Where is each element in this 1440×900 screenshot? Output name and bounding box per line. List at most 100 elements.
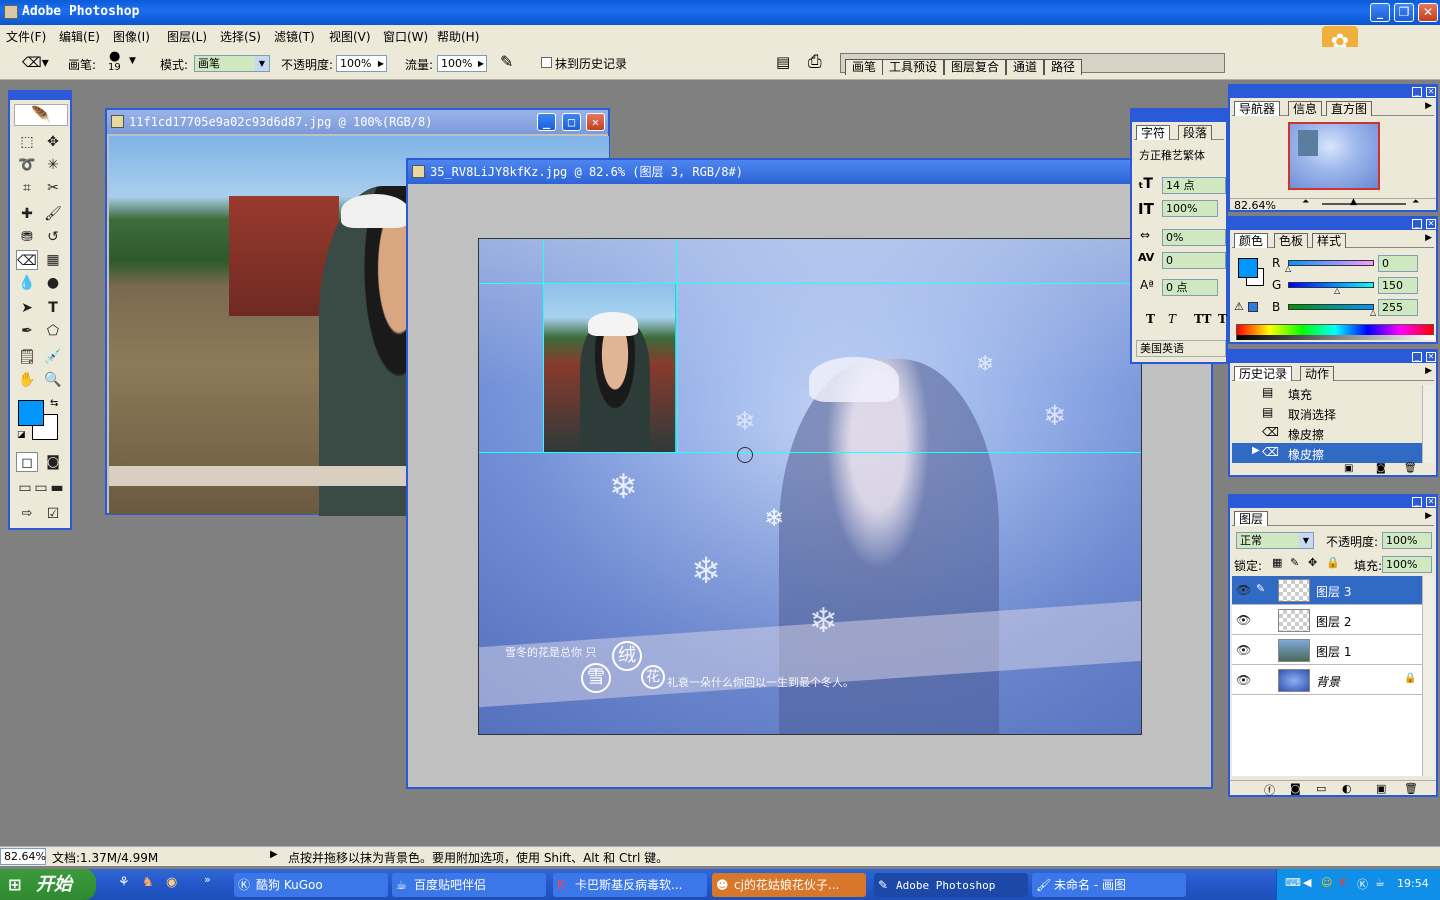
tab-color[interactable]: 颜色 [1234,233,1269,248]
channel-r-slider[interactable] [1288,260,1374,266]
arrow-right-icon[interactable]: ▶ [378,56,384,71]
tab-info[interactable]: 信息 [1288,101,1323,116]
adjustment-layer-icon[interactable]: ◐ [1342,782,1352,795]
close-button[interactable]: ✕ [1418,3,1438,22]
swap-colors-icon[interactable]: ⇆ [50,398,58,409]
baseline-shift-field[interactable]: 0 点 [1162,279,1218,296]
start-button[interactable]: ⊞ 开始 [0,869,96,900]
layers-scrollbar[interactable] [1422,576,1434,776]
tab-channels[interactable]: 通道 [1006,59,1045,75]
shape-tool-icon[interactable]: ⬠ [42,321,64,341]
grayscale-ramp[interactable] [1237,335,1435,340]
faux-bold-button[interactable]: T [1146,312,1155,326]
dodge-tool-icon[interactable]: ● [42,273,64,293]
slider-thumb-icon[interactable]: △ [1285,264,1291,273]
foreground-color-swatch[interactable] [18,400,44,426]
menu-image[interactable]: 图像(I) [113,28,150,45]
layer-name[interactable]: 图层 2 [1316,613,1351,630]
jump-to-imageready-icon[interactable]: ⇨ [16,504,38,524]
kerning-field[interactable]: 0 [1162,252,1226,269]
doc1-maximize-button[interactable]: □ [562,113,581,131]
visibility-eye-icon[interactable]: 👁 [1236,673,1251,687]
doc1-close-button[interactable]: ✕ [586,113,605,131]
blend-mode-select[interactable]: 正常 ▼ [1236,532,1314,549]
document-2-canvas[interactable]: ❄ ❄ ❄ ❄ ❄ ❄ ❄ 雪冬的花是总你 只 雪 绒 花 礼衰一朵什么你回以一… [478,238,1142,735]
toolbox-grip[interactable] [10,92,70,100]
channel-b-field[interactable]: 255 [1378,299,1418,316]
panel-menu-arrow-icon[interactable]: ▶ [1425,101,1432,111]
vertical-scale-field[interactable]: 100% [1162,200,1218,217]
new-document-from-state-icon[interactable]: ▣ [1344,463,1353,474]
layer-row[interactable]: 👁 ✎ 图层 3 [1232,576,1422,605]
clone-stamp-tool-icon[interactable]: ⛃ [16,227,38,247]
move-tool-icon[interactable]: ✥ [42,132,64,152]
task-chat[interactable]: ☻ cj的花姑娘花伙子... [712,873,866,897]
airbrush-icon[interactable]: ✎ [500,52,513,71]
print-icon[interactable]: ⎙ [808,52,822,72]
task-paint[interactable]: 🖌 未命名 - 画图 [1032,873,1186,897]
channel-b-slider[interactable] [1288,304,1374,310]
slider-thumb-icon[interactable]: △ [1334,286,1340,295]
small-caps-button[interactable]: T [1218,312,1227,326]
trash-icon[interactable]: 🗑 [1404,782,1418,795]
lasso-tool-icon[interactable]: ➰ [16,155,38,175]
new-layer-icon[interactable]: ▣ [1376,782,1386,795]
close-icon[interactable]: ✕ [1426,87,1436,97]
qq-icon[interactable]: ☺ [1321,876,1332,889]
healing-brush-tool-icon[interactable]: ✚ [16,204,38,224]
channel-g-field[interactable]: 150 [1378,277,1418,294]
crop-tool-icon[interactable]: ⌗ [16,178,38,198]
menu-window[interactable]: 窗口(W) [383,28,428,45]
minimize-button[interactable]: _ [1370,3,1390,22]
lock-all-icon[interactable]: 🔒 [1326,556,1340,569]
layer-name[interactable]: 背景 [1316,673,1340,690]
panel-menu-arrow-icon[interactable]: ▶ [1425,366,1432,376]
path-selection-tool-icon[interactable]: ➤ [16,298,38,318]
close-icon[interactable]: ✕ [1426,497,1436,507]
history-item-selected[interactable]: ▶ ⌫ 橡皮擦 [1232,443,1422,463]
restore-button[interactable]: ❐ [1394,3,1414,22]
document-window-2[interactable]: 35_RV8LiJY8kfKz.jpg @ 82.6% (图层 3, RGB/8… [406,158,1213,789]
menu-layer[interactable]: 图层(L) [167,28,207,45]
tracking-field[interactable]: 0% [1162,229,1226,246]
tray-arrow-icon[interactable]: ◀ [1303,876,1311,889]
navigator-thumbnail[interactable] [1288,122,1380,190]
status-zoom-field[interactable]: 82.64% [0,848,46,865]
tab-history[interactable]: 历史记录 [1234,366,1293,381]
kaspersky-tray-icon[interactable]: K [1339,876,1346,889]
document-2-titlebar[interactable]: 35_RV8LiJY8kfKz.jpg @ 82.6% (图层 3, RGB/8… [408,160,1211,184]
guide-horizontal-bottom[interactable] [479,452,1141,453]
panel-menu-arrow-icon[interactable]: ▶ [1425,233,1432,243]
tab-actions[interactable]: 动作 [1300,366,1335,381]
visibility-eye-icon[interactable]: 👁 [1236,613,1251,627]
mode-select[interactable]: 画笔 ▼ [194,55,270,72]
minimize-icon[interactable]: _ [1412,497,1422,507]
tab-navigator[interactable]: 导航器 [1234,101,1281,116]
navigator-zoom-value[interactable]: 82.64% [1234,199,1276,212]
layer-mask-icon[interactable]: ◙ [1290,782,1301,795]
warning-icon[interactable]: ⚠ [1234,300,1244,313]
tab-layers[interactable]: 图层 [1234,511,1269,526]
all-caps-button[interactable]: TT [1194,312,1211,326]
history-item[interactable]: ⌫ 橡皮擦 [1232,423,1422,443]
quick-launch-icon[interactable]: ♞ [142,875,154,890]
fill-field[interactable]: 100% [1382,556,1432,573]
menu-file[interactable]: 文件(F) [6,28,46,45]
magic-wand-tool-icon[interactable]: ✳ [42,155,64,175]
type-tool-icon[interactable]: T [42,298,64,318]
new-snapshot-icon[interactable]: ◙ [1376,463,1386,474]
layer-style-icon[interactable]: ⓕ [1264,782,1275,798]
zoom-out-icon[interactable]: ⏶ [1302,197,1309,207]
channel-g-slider[interactable] [1288,282,1374,288]
opacity-field[interactable]: 100% ▶ [336,55,387,72]
hand-tool-icon[interactable]: ✋ [16,370,38,390]
screen-mode-full-icon[interactable]: ▬ [46,478,68,498]
standard-mode-icon[interactable]: ◻ [16,452,38,472]
task-kaspersky[interactable]: K 卡巴斯基反病毒软... [553,873,707,897]
zoom-slider[interactable] [1322,203,1406,205]
history-scrollbar[interactable] [1422,385,1434,463]
minimize-icon[interactable]: _ [1412,219,1422,229]
tab-tool-presets[interactable]: 工具预设 [882,59,945,75]
menu-select[interactable]: 选择(S) [220,28,261,45]
flow-field[interactable]: 100% ▶ [437,55,487,72]
